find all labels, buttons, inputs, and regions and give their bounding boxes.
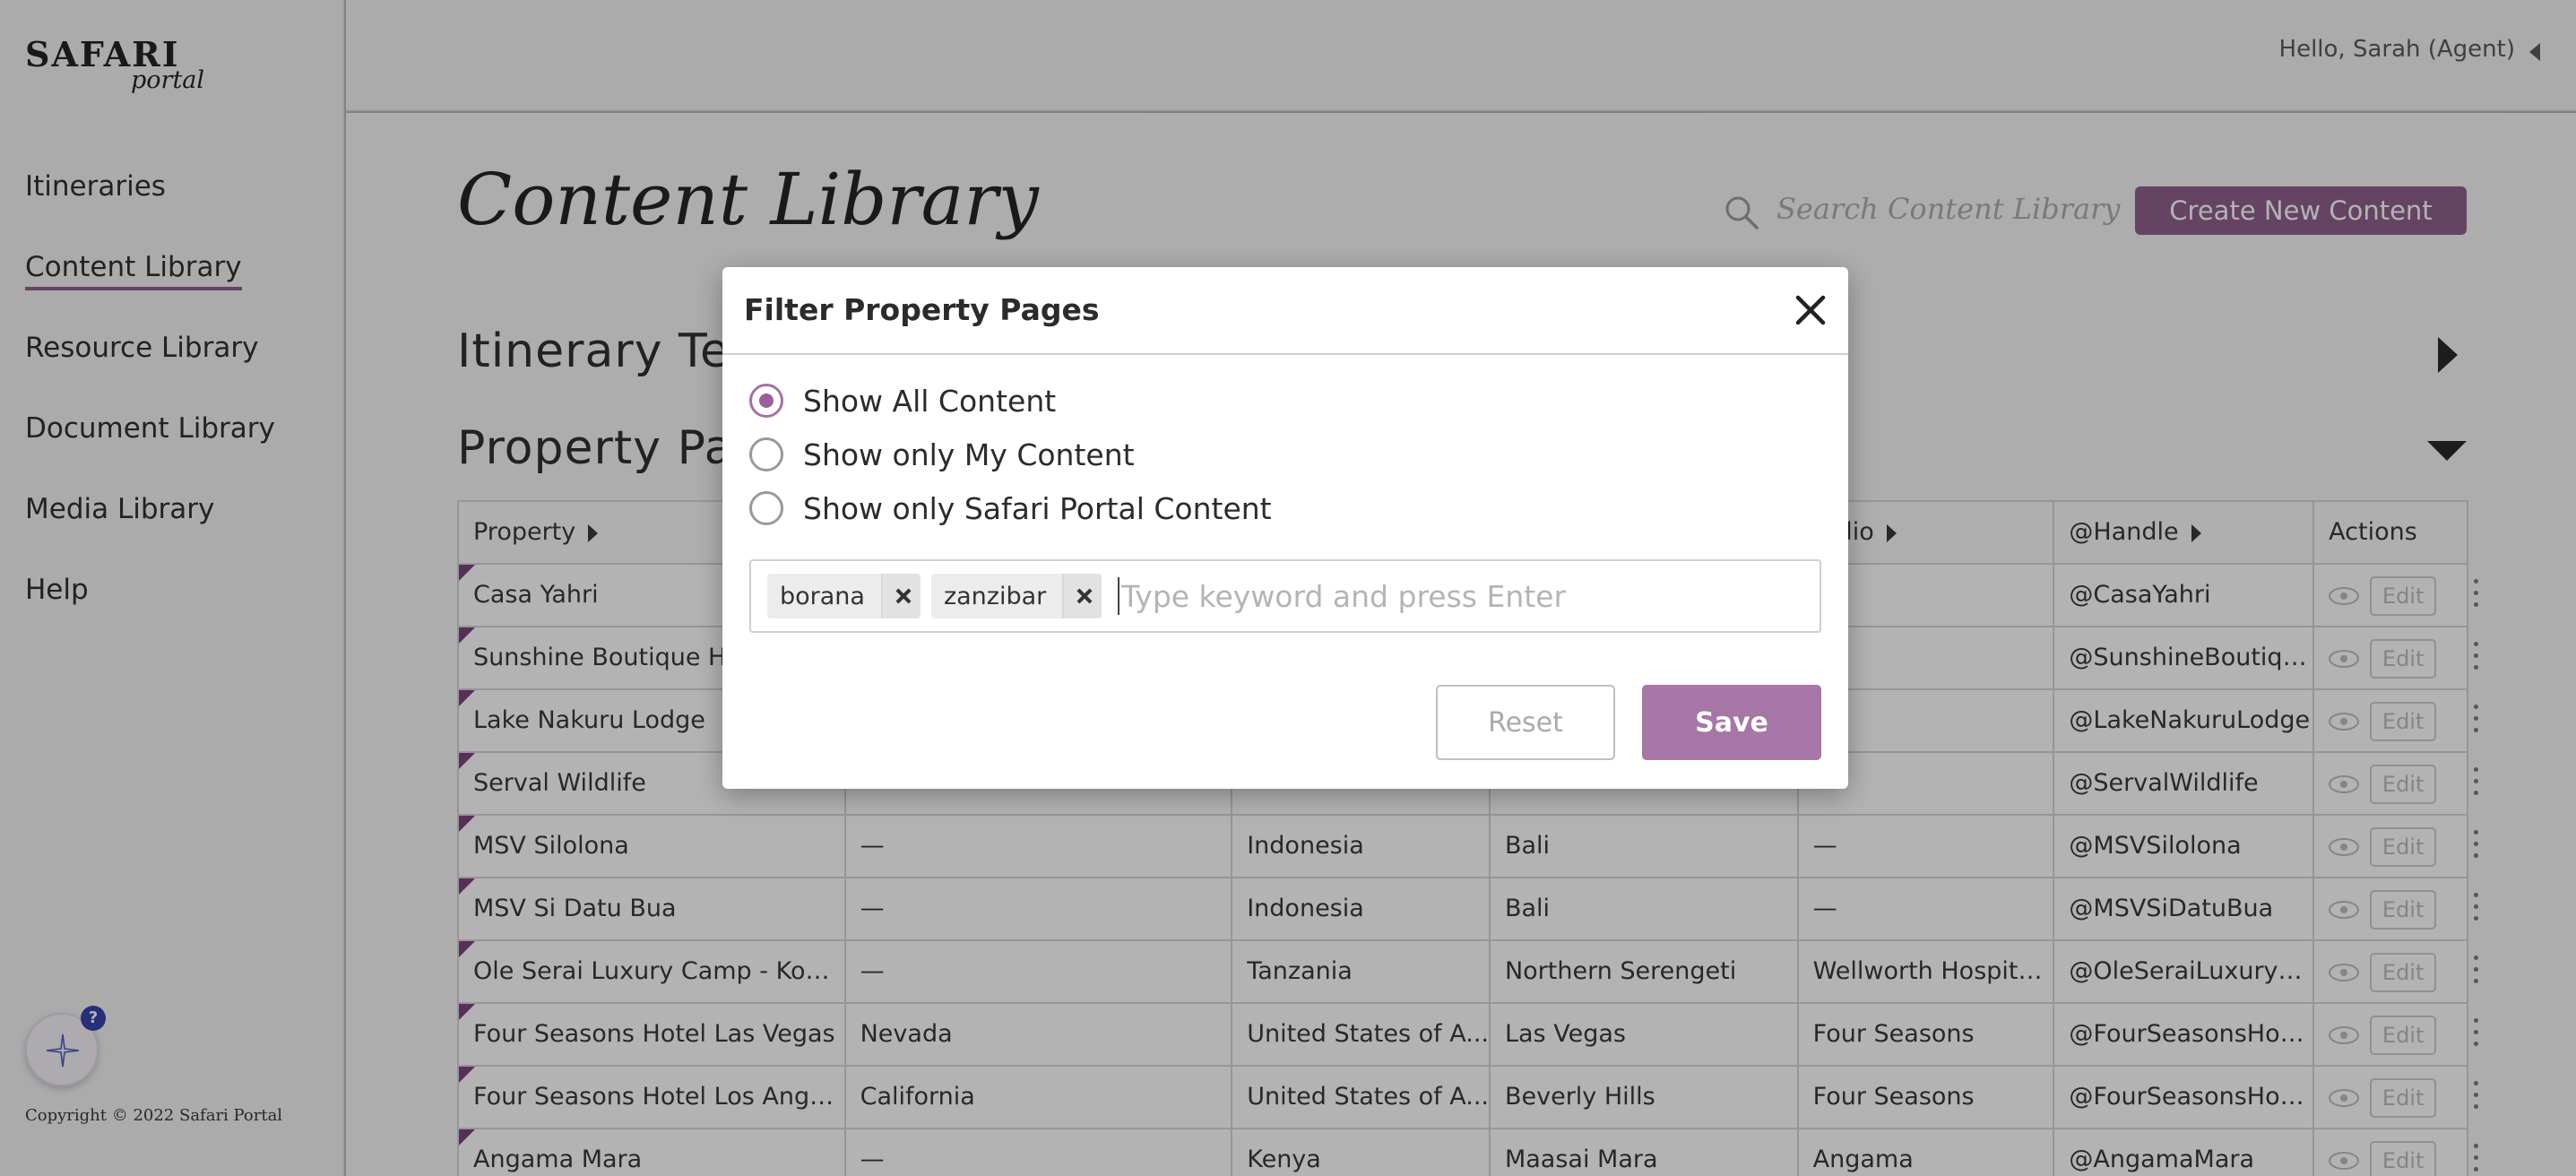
modal-title: Filter Property Pages xyxy=(744,292,1100,327)
radio-label: Show only Safari Portal Content xyxy=(803,490,1272,526)
keyword-tag: zanzibar xyxy=(930,574,1102,618)
radio-button[interactable] xyxy=(749,437,783,471)
tag-label: zanzibar xyxy=(943,582,1047,610)
radio-button[interactable] xyxy=(749,491,783,525)
keyword-tag: borana xyxy=(767,574,921,618)
text-cursor xyxy=(1118,577,1120,615)
radio-show-safari-portal-content[interactable]: Show only Safari Portal Content xyxy=(749,486,1272,531)
remove-tag-icon[interactable] xyxy=(880,574,921,618)
filter-modal: Filter Property Pages Show All Content S… xyxy=(722,267,1848,789)
save-button[interactable]: Save xyxy=(1642,685,1821,760)
tag-label: borana xyxy=(780,582,865,610)
reset-button[interactable]: Reset xyxy=(1436,685,1615,760)
keyword-input[interactable] xyxy=(1121,578,1768,614)
modal-header: Filter Property Pages xyxy=(722,267,1848,355)
remove-tag-icon[interactable] xyxy=(1062,574,1102,618)
radio-label: Show only My Content xyxy=(803,437,1135,472)
radio-show-all-content[interactable]: Show All Content xyxy=(749,378,1056,423)
radio-show-my-content[interactable]: Show only My Content xyxy=(749,432,1135,477)
close-icon[interactable] xyxy=(1791,290,1830,330)
radio-button[interactable] xyxy=(749,384,783,418)
keyword-tag-input[interactable]: borana zanzibar xyxy=(749,559,1821,633)
radio-label: Show All Content xyxy=(803,383,1057,419)
